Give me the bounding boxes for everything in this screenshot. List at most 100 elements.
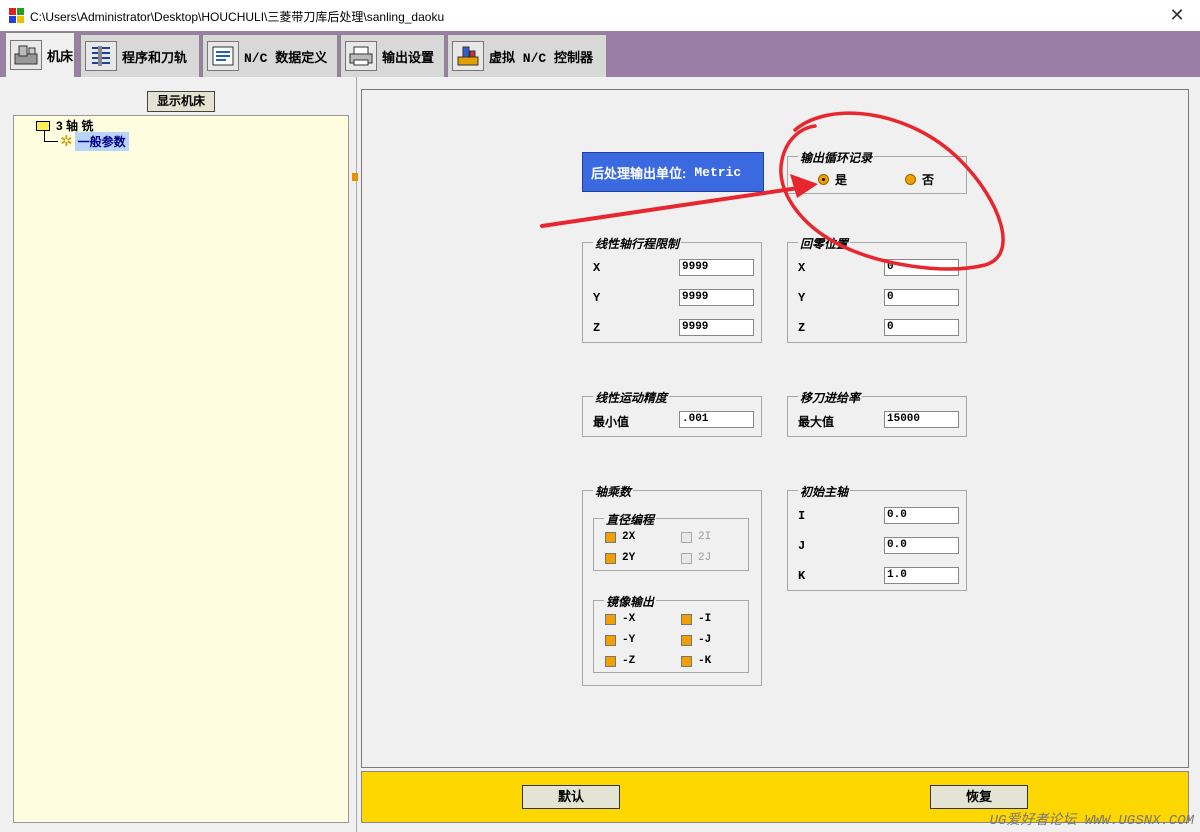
travel-x-input[interactable]: 9999 [679,259,754,276]
travel-z-input[interactable]: 9999 [679,319,754,336]
app-window: C:\Users\Administrator\Desktop\HOUCHULI\… [0,0,1200,832]
app-icon [9,8,24,23]
home-y-input[interactable]: 0 [884,289,959,306]
home-x-input[interactable]: 0 [884,259,959,276]
group-title: 输出循环记录 [798,149,875,166]
axis-label: I [798,509,806,523]
axis-multiplier-group: 轴乘数 直径编程 2X 2I 2Y 2J 镜像输出 -X -I -Y -J -Z… [582,483,762,686]
chk-neg-i[interactable]: -I [681,613,711,625]
min-precision-input[interactable]: .001 [679,411,754,428]
checkbox-icon [605,634,616,646]
axis-label: Y [798,291,806,305]
home-z-input[interactable]: 0 [884,319,959,336]
group-title: 直径编程 [604,511,657,528]
close-button[interactable]: ✕ [1154,0,1200,31]
tab-virtual-nc[interactable]: 虚拟 N/C 控制器 [447,34,607,77]
chk-neg-x[interactable]: -X [605,613,635,625]
chk-neg-z[interactable]: -Z [605,655,635,667]
axis-label: J [798,539,806,553]
checkbox-icon [605,531,616,543]
output-unit-label: 后处理输出单位: [591,165,687,181]
tree-connector [44,141,58,142]
group-title: 移刀进给率 [798,389,863,406]
mirror-output-group: 镜像输出 -X -I -Y -J -Z -K [593,593,749,673]
splitter-handle[interactable] [352,173,358,181]
home-position-group: 回零位置 X 0 Y 0 Z 0 [787,235,967,343]
tab-label: N/C 数据定义 [244,50,328,66]
tab-output-settings[interactable]: 输出设置 [340,34,445,77]
chk-neg-k[interactable]: -K [681,655,711,667]
tab-label: 输出设置 [382,50,435,66]
chk-neg-y[interactable]: -Y [605,634,635,646]
initial-spindle-group: 初始主轴 I 0.0 J 0.0 K 1.0 [787,483,967,591]
spindle-k-input[interactable]: 1.0 [884,567,959,584]
group-title: 回零位置 [798,235,851,252]
checkbox-icon [681,552,692,564]
main-panel: 后处理输出单位: Metric 输出循环记录 是 否 线性轴行程限制 X 999… [361,89,1189,768]
traverse-feed-group: 移刀进给率 最大值 15000 [787,389,967,437]
tree-node-general-params[interactable]: ✲ 一般参数 [60,132,129,151]
checkbox-label: 2Y [622,552,636,564]
radio-label: 是 [835,173,848,187]
linear-travel-group: 线性轴行程限制 X 9999 Y 9999 Z 9999 [582,235,762,343]
left-panel: 显示机床 3 轴 铣 ✲ 一般参数 [0,77,358,832]
tree-node-label: 一般参数 [74,132,129,151]
chk-2x[interactable]: 2X [605,531,635,543]
radio-selected-icon [818,174,829,185]
tab-label: 程序和刀轨 [122,50,188,66]
radio-no[interactable]: 否 [905,171,934,188]
checkbox-icon [681,634,692,646]
gear-icon: ✲ [60,132,73,150]
show-machine-button[interactable]: 显示机床 [147,91,215,112]
tab-nc-data[interactable]: N/C 数据定义 [202,34,338,77]
chk-2i[interactable]: 2I [681,531,711,543]
checkbox-label: -Y [622,634,636,646]
machine-tree: 3 轴 铣 ✲ 一般参数 [13,115,349,823]
machine-icon [10,40,42,70]
radio-label: 否 [922,173,935,187]
chk-2y[interactable]: 2Y [605,552,635,564]
tab-program[interactable]: 程序和刀轨 [80,34,200,77]
tab-bar: 机床 程序和刀轨 N/C 数据定义 输出设置 虚拟 N/C 控制器 [0,31,1200,77]
axis-label: Y [593,291,601,305]
checkbox-label: 2X [622,531,636,543]
group-title: 镜像输出 [604,593,657,610]
checkbox-label: -K [698,655,712,667]
tab-machine[interactable]: 机床 [5,32,75,77]
linear-precision-group: 线性运动精度 最小值 .001 [582,389,762,437]
output-unit-display: 后处理输出单位: Metric [582,152,764,192]
checkbox-icon [681,531,692,543]
tab-label: 机床 [47,49,74,65]
axis-label: X [798,261,806,275]
nc-data-icon [207,41,239,71]
axis-label: Z [798,321,806,335]
restore-button[interactable]: 恢复 [930,785,1028,809]
axis-label: K [798,569,806,583]
max-feed-input[interactable]: 15000 [884,411,959,428]
radio-yes[interactable]: 是 [818,171,847,188]
chk-neg-j[interactable]: -J [681,634,711,646]
group-title: 线性轴行程限制 [593,235,682,252]
checkbox-label: 2J [698,552,712,564]
title-bar: C:\Users\Administrator\Desktop\HOUCHULI\… [0,0,1200,31]
axis-label: X [593,261,601,275]
checkbox-label: -J [698,634,712,646]
window-title: C:\Users\Administrator\Desktop\HOUCHULI\… [30,10,445,24]
spindle-i-input[interactable]: 0.0 [884,507,959,524]
chk-2j[interactable]: 2J [681,552,711,564]
group-title: 线性运动精度 [593,389,670,406]
checkbox-icon [605,613,616,625]
printer-icon [345,41,377,71]
travel-y-input[interactable]: 9999 [679,289,754,306]
checkbox-icon [605,552,616,564]
spindle-j-input[interactable]: 0.0 [884,537,959,554]
vnc-icon [452,41,484,71]
cycle-output-group: 输出循环记录 是 否 [787,149,967,194]
checkbox-icon [605,655,616,667]
output-unit-value: Metric [694,164,742,180]
tab-label: 虚拟 N/C 控制器 [489,50,594,66]
program-icon [85,41,117,71]
default-button[interactable]: 默认 [522,785,620,809]
group-title: 初始主轴 [798,483,851,500]
checkbox-label: -I [698,613,712,625]
